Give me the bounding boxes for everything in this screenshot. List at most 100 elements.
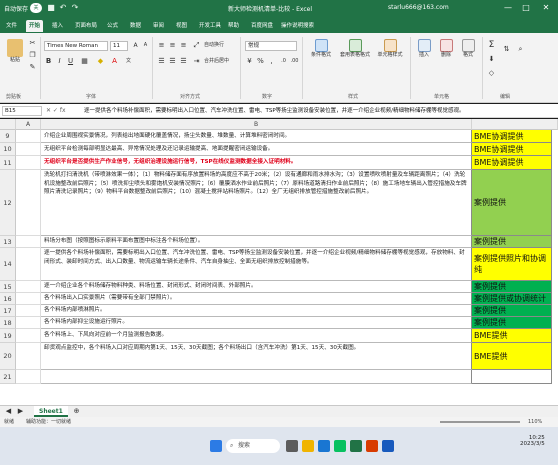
format-cells-button[interactable]: 格式	[458, 39, 478, 59]
align-center-icon[interactable]: ☰	[168, 57, 177, 66]
start-icon[interactable]	[210, 440, 222, 452]
conditional-format-button[interactable]: 条件格式	[306, 39, 336, 59]
borders-icon[interactable]: ▦	[80, 57, 89, 66]
autosum-icon[interactable]: Σ	[487, 41, 496, 50]
row-header[interactable]: 21	[0, 370, 16, 384]
formula-bar-icons[interactable]: ✕ ✓ fx	[46, 106, 80, 116]
cell-b[interactable]: 各个料场出入口实景照片（需要带有全部门禁照片）。	[41, 293, 472, 305]
cell-b[interactable]: 逐一提供各个料场补偿面积，需要标明出入口位置、汽车冲洗位置、雷电、TSP等扬尘监…	[41, 248, 472, 281]
cell-c[interactable]: 案例提供	[472, 236, 552, 248]
account-name[interactable]: starlu666@163.com	[388, 4, 449, 11]
powerpoint-icon[interactable]	[366, 440, 378, 452]
wrap-text-button[interactable]: 自动换行	[204, 42, 224, 49]
align-bottom-icon[interactable]: ≡	[179, 41, 188, 50]
comma-icon[interactable]: ,	[267, 57, 276, 66]
tab-home[interactable]: 开始	[26, 20, 44, 32]
find-select-icon[interactable]: ⌕	[516, 45, 525, 54]
cell-b[interactable]: 逐一介绍企业各个料场储存物料种类、料场位置、封闭形式、封闭时间表、外部照片。	[41, 281, 472, 293]
tab-file[interactable]: 文件	[3, 20, 20, 32]
row-header[interactable]: 13	[0, 236, 16, 248]
cell-b[interactable]	[41, 370, 472, 384]
tab-help[interactable]: 帮助	[225, 20, 242, 32]
decrease-decimal-icon[interactable]: .00	[290, 57, 299, 66]
row-header[interactable]: 15	[0, 281, 16, 293]
tell-me-search[interactable]: 操作说明搜索	[278, 20, 317, 32]
tab-review[interactable]: 审阅	[150, 20, 167, 32]
cell-c[interactable]	[472, 370, 552, 384]
add-sheet-icon[interactable]: ⊕	[72, 407, 81, 416]
number-format-select[interactable]: 常规	[245, 41, 297, 51]
cell-a[interactable]	[16, 343, 41, 370]
zoom-level[interactable]: 110%	[528, 417, 542, 427]
select-all-corner[interactable]	[0, 119, 16, 130]
column-header-c[interactable]	[472, 119, 558, 130]
row-header[interactable]: 17	[0, 305, 16, 317]
name-box[interactable]: B15	[2, 106, 42, 116]
row-header[interactable]: 11	[0, 156, 16, 170]
tab-formulas[interactable]: 公式	[104, 20, 121, 32]
shrink-font-icon[interactable]: A	[141, 41, 150, 50]
save-icon[interactable]: ■	[46, 3, 56, 13]
cell-c[interactable]: 案例提供照片和协调纯	[472, 248, 552, 281]
tab-data[interactable]: 数据	[127, 20, 144, 32]
bold-icon[interactable]: B	[44, 57, 53, 66]
prev-sheet-icon[interactable]: ◀	[4, 407, 13, 416]
indent-icon[interactable]: ⇥	[192, 57, 201, 66]
cell-a[interactable]	[16, 248, 41, 281]
sheet-tab[interactable]: Sheet1	[34, 406, 68, 417]
row-header[interactable]: 20	[0, 343, 16, 370]
fill-icon[interactable]: ⬇	[487, 55, 496, 64]
align-left-icon[interactable]: ☰	[157, 57, 166, 66]
cell-c[interactable]: 案例提供	[472, 305, 552, 317]
cell-a[interactable]	[16, 305, 41, 317]
cell-a[interactable]	[16, 170, 41, 236]
file-explorer-icon[interactable]	[302, 440, 314, 452]
minimize-button[interactable]: —	[500, 2, 516, 14]
row-header[interactable]: 12	[0, 170, 16, 236]
row-header[interactable]: 19	[0, 329, 16, 343]
word-icon[interactable]	[382, 440, 394, 452]
cell-c[interactable]: BME协调提供	[472, 130, 552, 143]
tab-baidu-pan[interactable]: 百度网盘	[248, 20, 276, 32]
cell-c[interactable]: BME提供	[472, 329, 552, 343]
zoom-slider[interactable]	[440, 421, 520, 423]
cell-a[interactable]	[16, 156, 41, 170]
font-color-icon[interactable]: A	[110, 57, 119, 66]
cell-b[interactable]: 无组织平台是否提供生产作业信号，无组织治理设施运行信号，TSP在线仪监测数据全接…	[41, 156, 472, 170]
row-header[interactable]: 10	[0, 143, 16, 156]
column-header-a[interactable]: A	[16, 119, 41, 130]
clock[interactable]: 10:25 2023/3/5	[520, 435, 545, 447]
cell-c[interactable]: 案例提供	[472, 317, 552, 329]
formula-input[interactable]: 逐一提供各个料场补偿面积，需要标明出入口位置、汽车冲洗位置、雷电、TSP等扬尘监…	[84, 106, 554, 116]
cell-styles-button[interactable]: 单元格样式	[374, 39, 406, 59]
copy-icon[interactable]: ❐	[28, 51, 37, 60]
phonetic-icon[interactable]: 文	[124, 57, 133, 66]
align-right-icon[interactable]: ☰	[179, 57, 188, 66]
percent-icon[interactable]: %	[256, 57, 265, 66]
grow-font-icon[interactable]: A	[131, 41, 140, 50]
paste-button[interactable]: 粘贴	[4, 39, 26, 64]
cut-icon[interactable]: ✂	[28, 39, 37, 48]
increase-decimal-icon[interactable]: .0	[279, 57, 288, 66]
row-header[interactable]: 9	[0, 130, 16, 143]
cell-b[interactable]: 各个料场上、下风向对应前一个月监测报告数据。	[41, 329, 472, 343]
format-painter-icon[interactable]: ✎	[28, 63, 37, 72]
italic-icon[interactable]: I	[55, 57, 64, 66]
browser-icon[interactable]	[318, 440, 330, 452]
undo-icon[interactable]: ↶	[58, 3, 68, 13]
format-as-table-button[interactable]: 套用表格格式	[338, 39, 372, 59]
cell-a[interactable]	[16, 130, 41, 143]
cell-b[interactable]: 介绍企业周围视实景情况，列表给出地面硬化覆盖情况，扬尘头数量、堆数量、计算堆料密…	[41, 130, 472, 143]
cell-c[interactable]: 案例提供	[472, 170, 552, 236]
sort-filter-icon[interactable]: ⇅	[502, 45, 511, 54]
cell-a[interactable]	[16, 370, 41, 384]
autosave-toggle[interactable]: 关	[30, 3, 42, 13]
excel-taskbar-icon[interactable]	[350, 440, 362, 452]
tab-insert[interactable]: 插入	[49, 20, 66, 32]
wechat-icon[interactable]	[334, 440, 346, 452]
align-middle-icon[interactable]: ≡	[168, 41, 177, 50]
cell-a[interactable]	[16, 329, 41, 343]
accessibility-status[interactable]: 辅助功能：一切就绪	[26, 417, 71, 427]
cell-a[interactable]	[16, 236, 41, 248]
tab-page-layout[interactable]: 页面布局	[72, 20, 100, 32]
